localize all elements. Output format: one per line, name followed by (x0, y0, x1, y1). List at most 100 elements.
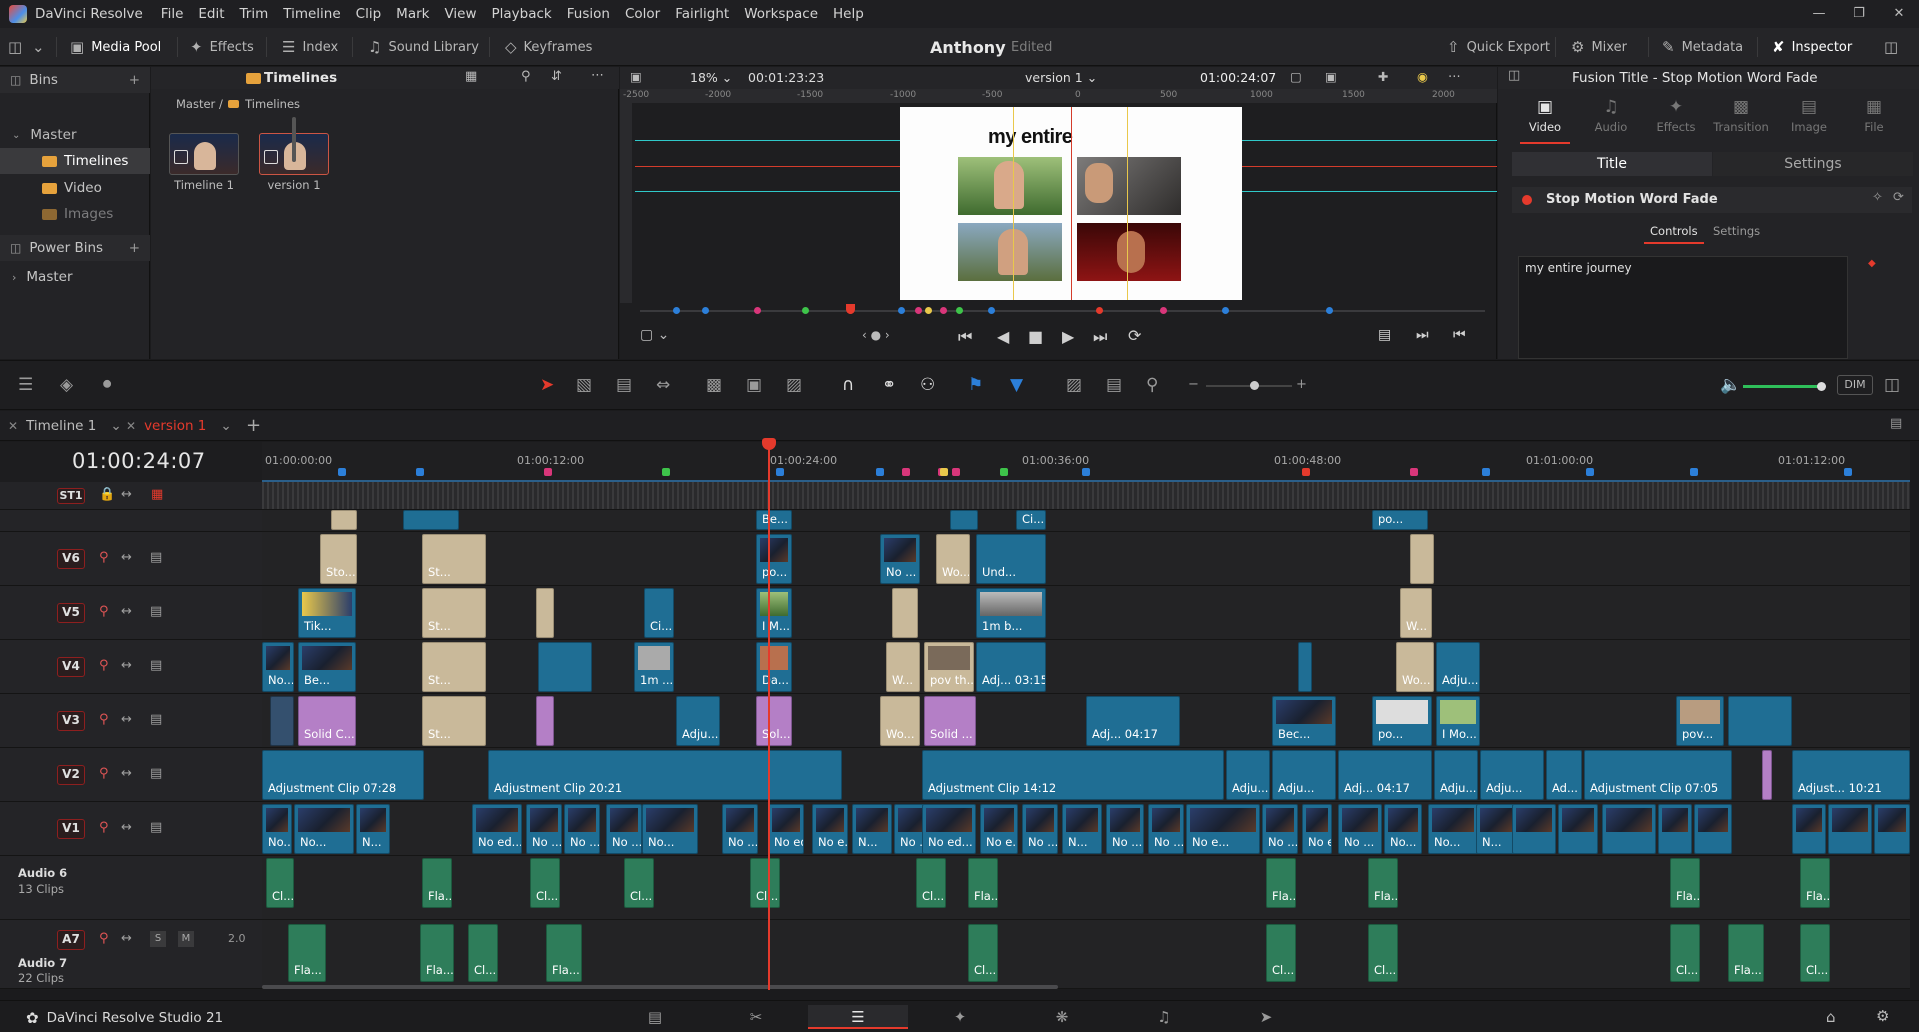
clip[interactable]: No ed... (472, 804, 522, 854)
clip-thumb-timeline-1[interactable] (169, 133, 239, 175)
color-wheel-icon[interactable]: ◉ (1417, 69, 1428, 84)
bin-video[interactable]: Video (0, 175, 150, 201)
go-to-start-icon[interactable]: ⏮ (958, 327, 972, 347)
viewer-canvas[interactable]: my entire (900, 107, 1242, 300)
clip[interactable]: Adju... (1434, 750, 1478, 800)
clip[interactable]: N... (1476, 804, 1516, 854)
clip[interactable]: No... (262, 642, 294, 692)
clip[interactable] (950, 510, 978, 530)
inspector-tab-file[interactable]: ▦ File (1841, 97, 1907, 134)
timeline-timecode[interactable]: 01:00:24:07 (72, 449, 206, 473)
inspector-tab-effects[interactable]: ✦ Effects (1643, 97, 1709, 134)
clip[interactable]: Adju... (1480, 750, 1544, 800)
layout-icon[interactable]: ☰ (18, 375, 33, 395)
clip[interactable] (1792, 804, 1826, 854)
inspector-button[interactable]: ✘ Inspector (1772, 28, 1852, 66)
audio-clip[interactable]: Fla... (1728, 924, 1764, 982)
position-lock-icon[interactable]: ⚇ (920, 375, 935, 395)
clip[interactable]: Bec... (1272, 696, 1336, 746)
page-edit[interactable]: ☰ (808, 1005, 908, 1029)
viewer-layout-icon[interactable]: ▣ (630, 69, 642, 84)
clip[interactable]: I M... (756, 588, 792, 638)
clip[interactable]: Da... (756, 642, 792, 692)
close-tab-icon[interactable]: ✕ (126, 419, 136, 433)
overwrite-clip-icon[interactable]: ▣ (746, 375, 762, 395)
audio-clip[interactable]: Fla... (968, 858, 998, 908)
inspector-tab-image[interactable]: ▤ Image (1776, 97, 1842, 134)
menu-help[interactable]: Help (833, 6, 864, 22)
crop-icon[interactable]: ▢ ⌄ (640, 327, 669, 343)
audio-clip[interactable]: Fla... (1266, 858, 1296, 908)
clip[interactable] (536, 696, 554, 746)
auto-select-icon[interactable]: ↔ (121, 487, 132, 502)
audio-clip[interactable]: Cl... (1266, 924, 1296, 982)
clip[interactable]: Wo... (1396, 642, 1434, 692)
clip[interactable]: W... (886, 642, 920, 692)
audio-clip[interactable]: Cl... (530, 858, 560, 908)
clip[interactable]: No ... (606, 804, 642, 854)
minimize-icon[interactable]: — (1799, 0, 1839, 28)
clip[interactable] (1298, 642, 1312, 692)
zoom-slider[interactable] (1206, 381, 1292, 390)
microphone-icon[interactable]: ⚫ (100, 375, 114, 395)
media-pool-button[interactable]: ▣ Media Pool (70, 28, 161, 66)
dim-button[interactable]: DIM (1837, 375, 1873, 395)
quick-export-button[interactable]: ⇧ Quick Export (1447, 28, 1550, 66)
segment-settings[interactable]: Settings (1713, 152, 1913, 176)
panel-icon[interactable]: ▤ (1890, 416, 1902, 431)
clip[interactable]: Ci... (644, 588, 674, 638)
add-tab-icon[interactable]: + (246, 415, 261, 436)
clip[interactable]: No ... (1262, 804, 1298, 854)
effect-enable-dot[interactable] (1522, 195, 1532, 205)
clip[interactable]: Tik... (298, 588, 356, 638)
track-visibility-icon[interactable]: ▤ (150, 766, 162, 781)
clip[interactable]: No e... (980, 804, 1018, 854)
stop-icon[interactable]: ■ (1028, 327, 1043, 346)
menu-mark[interactable]: Mark (396, 6, 429, 22)
clip[interactable]: Adjustment Clip 07:28 (262, 750, 424, 800)
page-deliver[interactable]: ➤ (1216, 1005, 1316, 1029)
chevron-down-icon[interactable]: ⌄ (110, 418, 121, 434)
auto-select-icon[interactable]: ↔ (121, 658, 132, 673)
audio-clip[interactable]: Cl... (968, 924, 998, 982)
tab-version-1[interactable]: ✕ version 1 ⌄ (126, 411, 232, 441)
subtab-settings[interactable]: Settings (1713, 224, 1760, 238)
zoom-select[interactable]: 18% ⌄ (690, 70, 732, 85)
lock-icon[interactable]: ⚲ (99, 712, 109, 727)
match-frame-icon[interactable]: ▤ (1378, 327, 1391, 343)
clip[interactable]: Adjustment Clip 07:05 (1584, 750, 1732, 800)
viewer-more-icon[interactable]: ⋯ (1448, 68, 1461, 83)
lock-icon[interactable]: ⚲ (99, 604, 109, 619)
lock-icon[interactable]: ⚲ (99, 658, 109, 673)
auto-select-icon[interactable]: ↔ (121, 550, 132, 565)
track-name[interactable]: V4 (57, 656, 85, 677)
clip[interactable]: No ... (526, 804, 562, 854)
track-name[interactable]: V1 (57, 818, 85, 839)
search-icon[interactable]: ⚲ (521, 69, 531, 84)
clip[interactable]: No e... (1186, 804, 1260, 854)
sort-icon[interactable]: ⇵ (551, 69, 562, 84)
prev-edit-icon[interactable]: ⏮ (1453, 327, 1466, 343)
loop-icon[interactable]: ⟳ (1128, 326, 1141, 345)
clip[interactable]: Adju... (1272, 750, 1336, 800)
clip[interactable]: 1m b... (976, 588, 1046, 638)
panel-right-toggle[interactable]: ◫ (1884, 28, 1898, 66)
audio-clip[interactable]: Fla... (422, 858, 452, 908)
clip[interactable]: No ... (564, 804, 600, 854)
index-button[interactable]: ☰ Index (282, 28, 338, 66)
audio-clip[interactable]: Cl... (916, 858, 946, 908)
styled-text-field[interactable]: my entire journey (1518, 256, 1848, 359)
segment-title[interactable]: Title (1512, 152, 1712, 176)
clip[interactable]: No... (642, 804, 698, 854)
jog-control[interactable]: ‹ ● › (862, 328, 890, 342)
clip[interactable] (331, 510, 357, 530)
clip[interactable]: Adjustment Clip 14:12 (922, 750, 1224, 800)
clip[interactable] (1602, 804, 1656, 854)
lock-icon[interactable]: 🔒 (99, 487, 115, 502)
tab-timeline-1[interactable]: ✕ Timeline 1 ⌄ (8, 411, 122, 441)
clip[interactable]: No ... (1022, 804, 1058, 854)
track-name[interactable]: V5 (57, 602, 85, 623)
display-mode-icon[interactable]: ▢ (1290, 69, 1302, 84)
clip[interactable]: po... (756, 534, 792, 584)
clip[interactable]: Be... (756, 510, 792, 530)
